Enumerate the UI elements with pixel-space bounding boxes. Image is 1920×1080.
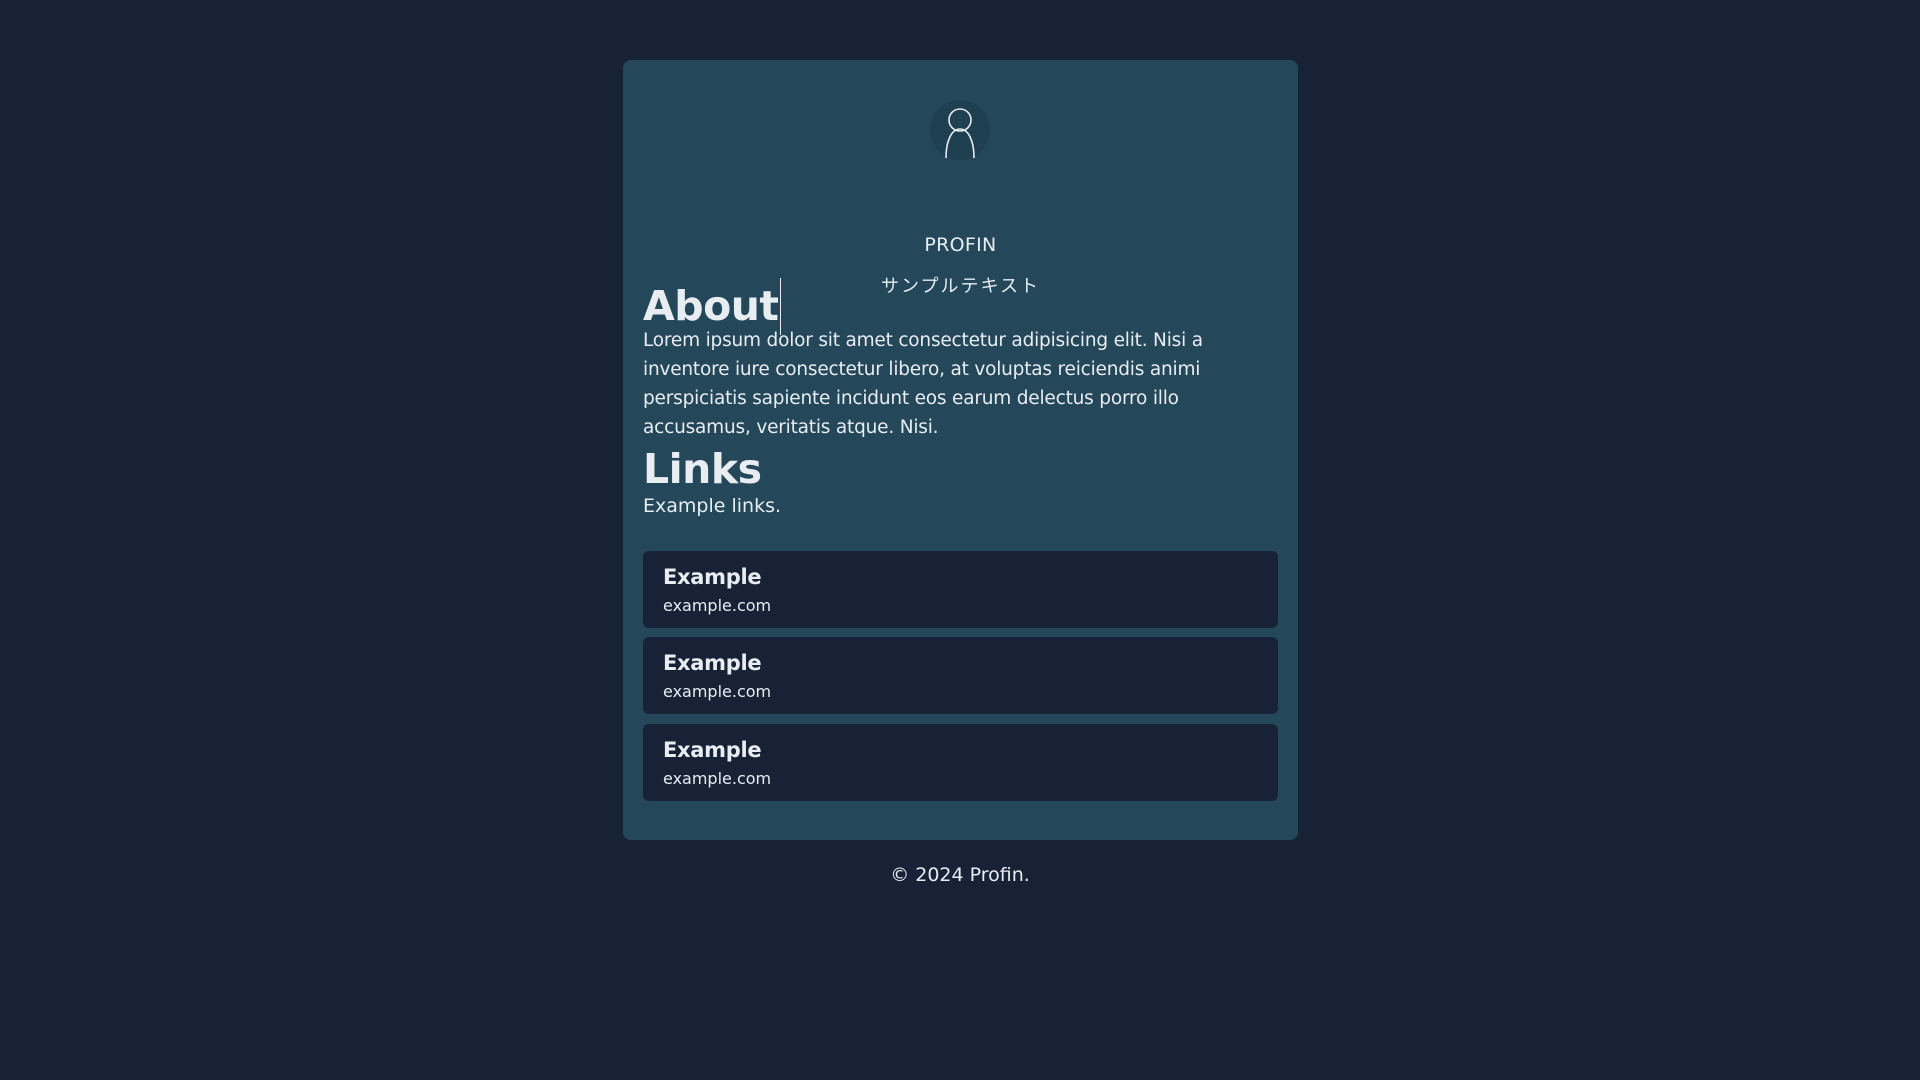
footer-text: © 2024 Profin. [890, 864, 1030, 886]
link-url: example.com [663, 682, 772, 701]
about-text: Lorem ipsum dolor sit amet consectetur a… [643, 330, 1203, 438]
link-title: Example [663, 651, 762, 675]
links-description: Example links. [643, 495, 782, 517]
link-item[interactable]: Example example.com [643, 551, 1278, 628]
links-heading: Links [643, 445, 762, 493]
link-title: Example [663, 565, 762, 589]
profile-name: PROFIN [924, 234, 997, 256]
link-url: example.com [663, 769, 772, 788]
profile-card: PROFIN サンプルテキスト About Lorem ipsum dolor … [623, 60, 1298, 840]
link-item[interactable]: Example example.com [643, 637, 1278, 714]
link-url: example.com [663, 596, 772, 615]
avatar [930, 100, 990, 160]
person-icon [945, 108, 975, 159]
link-title: Example [663, 738, 762, 762]
link-item[interactable]: Example example.com [643, 724, 1278, 801]
